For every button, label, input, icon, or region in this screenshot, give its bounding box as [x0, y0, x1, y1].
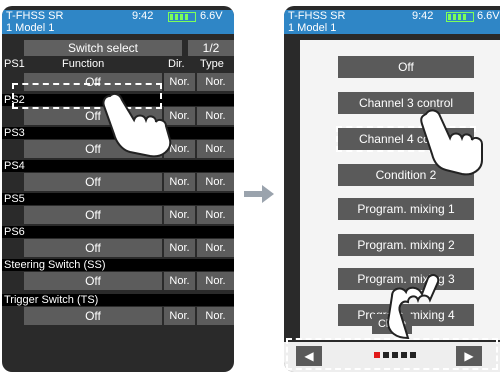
switch-row: Trigger Switch (TS) Off Nor. Nor. — [2, 294, 234, 326]
left-screen: T-FHSS SR 9:42 6.6V 1 Model 1 Switch sel… — [2, 6, 234, 372]
type-button[interactable]: Nor. — [197, 73, 234, 91]
page-indicator[interactable]: 1/2 — [188, 40, 234, 56]
option-program-mixing-1[interactable]: Program. mixing 1 — [338, 198, 474, 220]
switch-row: PS3 Off Nor. Nor. — [2, 127, 234, 159]
clock: 9:42 — [132, 10, 154, 22]
close-button[interactable]: Close — [372, 314, 412, 334]
function-button[interactable]: Off — [24, 173, 162, 191]
option-program-mixing-2[interactable]: Program. mixing 2 — [338, 234, 474, 256]
function-button[interactable]: Off — [24, 307, 162, 325]
page-nav-bar: Close ◀ ▶ — [284, 314, 500, 372]
switch-row: Off Nor. Nor. — [2, 60, 234, 92]
direction-button[interactable]: Nor. — [164, 307, 195, 325]
switch-row: PS5 Off Nor. Nor. — [2, 193, 234, 225]
prev-page-button[interactable]: ◀ — [296, 346, 322, 366]
voltage: 6.6V — [477, 10, 500, 22]
type-button[interactable]: Nor. — [197, 272, 234, 290]
function-button[interactable]: Off — [24, 239, 162, 257]
battery-icon — [168, 12, 196, 22]
switch-label: PS3 — [2, 127, 234, 139]
right-screen: T-FHSS SR 9:42 6.6V 1 Model 1 Off Channe… — [284, 6, 500, 372]
direction-button[interactable]: Nor. — [164, 206, 195, 224]
clock: 9:42 — [412, 10, 434, 22]
next-page-button[interactable]: ▶ — [456, 346, 482, 366]
switch-row: PS2 Off Nor. Nor. — [2, 94, 234, 126]
option-channel-3-control[interactable]: Channel 3 control — [338, 92, 474, 114]
type-button[interactable]: Nor. — [197, 206, 234, 224]
page-dot — [392, 352, 398, 358]
status-bar: T-FHSS SR 9:42 6.6V 1 Model 1 — [284, 10, 500, 34]
model-name: 1 Model 1 — [6, 22, 55, 34]
option-off[interactable]: Off — [338, 56, 474, 78]
arrow-right-icon — [244, 185, 274, 203]
function-select-popup: Off Channel 3 control Channel 4 control … — [300, 40, 500, 340]
type-button[interactable]: Nor. — [197, 140, 234, 158]
function-button[interactable]: Off — [24, 107, 162, 125]
switch-row: PS6 Off Nor. Nor. — [2, 226, 234, 258]
page-dot — [374, 352, 380, 358]
switch-label: PS5 — [2, 193, 234, 205]
switch-row: PS4 Off Nor. Nor. — [2, 160, 234, 192]
direction-button[interactable]: Nor. — [164, 140, 195, 158]
type-button[interactable]: Nor. — [197, 307, 234, 325]
switch-row: Steering Switch (SS) Off Nor. Nor. — [2, 259, 234, 291]
switch-label: PS6 — [2, 226, 234, 238]
type-button[interactable]: Nor. — [197, 239, 234, 257]
receiver-type: T-FHSS SR — [6, 10, 64, 22]
voltage: 6.6V — [200, 10, 223, 22]
page-dot — [401, 352, 407, 358]
page-dot — [410, 352, 416, 358]
type-button[interactable]: Nor. — [197, 173, 234, 191]
switch-label: Trigger Switch (TS) — [2, 294, 234, 306]
type-button[interactable]: Nor. — [197, 107, 234, 125]
option-condition-2[interactable]: Condition 2 — [338, 164, 474, 186]
option-channel-4-control[interactable]: Channel 4 control — [338, 128, 474, 150]
direction-button[interactable]: Nor. — [164, 107, 195, 125]
direction-button[interactable]: Nor. — [164, 173, 195, 191]
switch-label: PS4 — [2, 160, 234, 172]
function-button[interactable]: Off — [24, 206, 162, 224]
switch-label: Steering Switch (SS) — [2, 259, 234, 271]
direction-button[interactable]: Nor. — [164, 73, 195, 91]
option-program-mixing-3[interactable]: Program. mixing 3 — [338, 268, 474, 290]
direction-button[interactable]: Nor. — [164, 272, 195, 290]
page-dots — [374, 352, 416, 358]
model-name: 1 Model 1 — [288, 22, 337, 34]
battery-icon — [446, 12, 474, 22]
status-bar: T-FHSS SR 9:42 6.6V 1 Model 1 — [2, 10, 234, 34]
function-button[interactable]: Off — [24, 140, 162, 158]
direction-button[interactable]: Nor. — [164, 239, 195, 257]
receiver-type: T-FHSS SR — [288, 10, 346, 22]
function-button[interactable]: Off — [24, 272, 162, 290]
switch-label: PS2 — [2, 94, 234, 106]
page-dot — [383, 352, 389, 358]
switch-select-title: Switch select — [24, 40, 182, 56]
function-button[interactable]: Off — [24, 73, 162, 91]
